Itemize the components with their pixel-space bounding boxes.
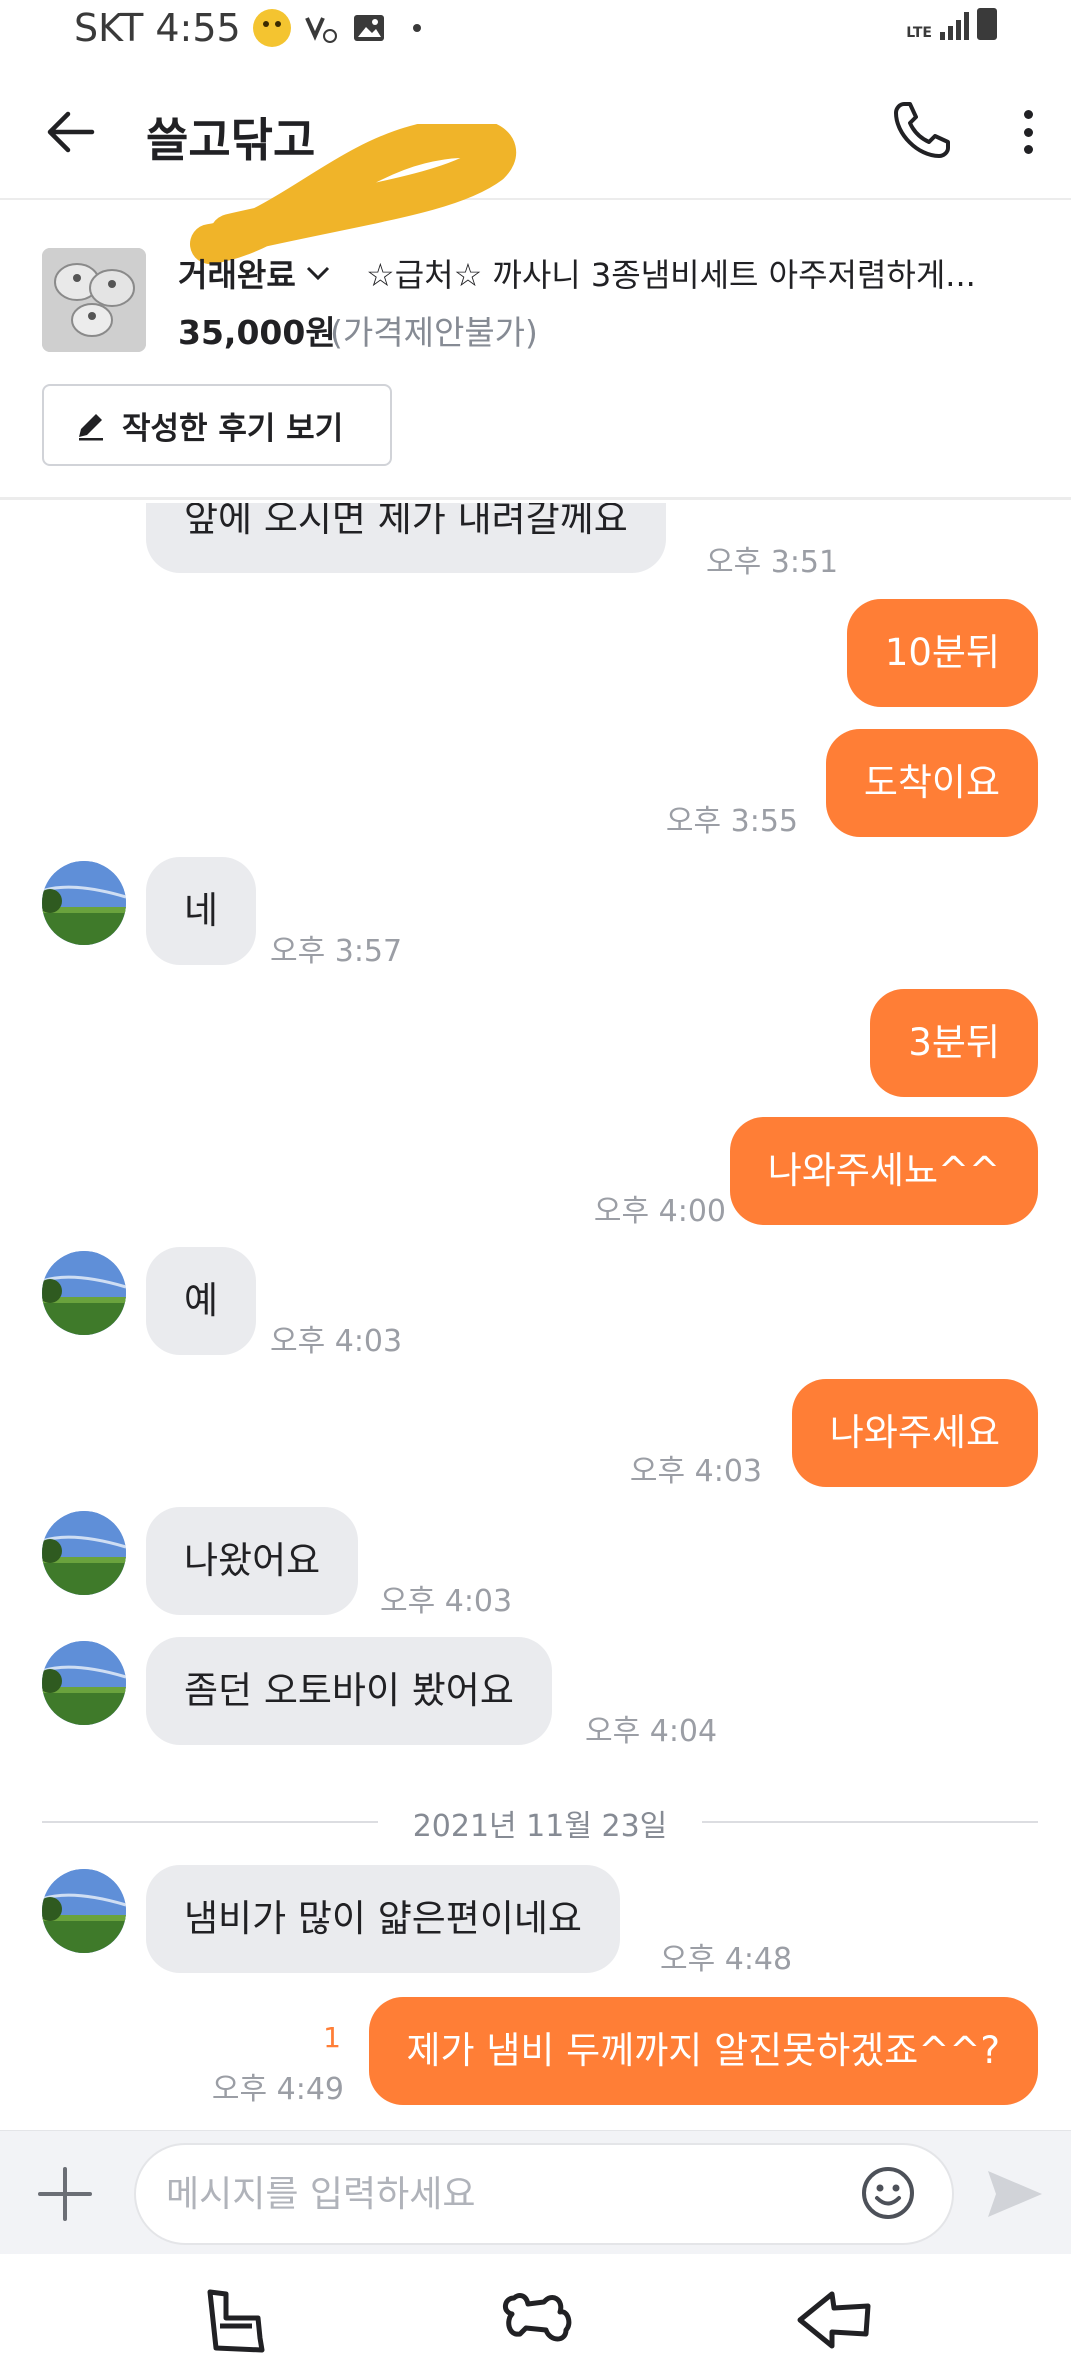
product-price: 35,000원 (178, 313, 336, 352)
signal-icon (940, 12, 969, 40)
phone-call-icon[interactable] (888, 96, 956, 164)
back-nav-icon[interactable] (796, 2280, 876, 2360)
status-carrier-time: SKT 4:55 (74, 6, 241, 50)
incoming-message-bubble[interactable]: 네 (146, 857, 257, 965)
battery-icon (977, 8, 997, 40)
message-time: 오후 4:03 (629, 1454, 762, 1489)
message-time: 오후 3:57 (270, 934, 403, 969)
message-time: 오후 4:49 (211, 2072, 344, 2107)
message-time: 오후 3:55 (665, 804, 798, 839)
incoming-message-bubble[interactable]: 냄비가 많이 얇은편이네요 (146, 1865, 620, 1973)
incoming-message-bubble[interactable]: 나왔어요 (146, 1507, 359, 1615)
outgoing-message-bubble[interactable]: 10분뒤 (846, 599, 1038, 707)
date-separator-label: 2021년 11월 23일 (412, 1809, 668, 1844)
unread-count: 1 (323, 2021, 341, 2054)
avatar[interactable] (42, 1251, 126, 1335)
outgoing-message-bubble[interactable]: 3분뒤 (870, 989, 1038, 1097)
incoming-message-bubble[interactable]: 앞에 오시면 제가 내려갈께요 (146, 503, 666, 573)
outgoing-message-bubble[interactable]: 도착이요 (825, 729, 1038, 837)
recent-apps-icon[interactable] (196, 2280, 276, 2360)
chat-header: 쓸고닦고 (0, 64, 1071, 264)
plus-icon[interactable] (36, 2165, 94, 2223)
emoji-icon[interactable] (860, 2165, 916, 2221)
incoming-message-bubble[interactable]: 좀던 오토바이 봤어요 (146, 1637, 552, 1745)
back-arrow-icon[interactable] (44, 104, 100, 160)
volte-icon (304, 17, 337, 43)
avatar[interactable] (42, 1511, 126, 1595)
message-time: 오후 4:48 (660, 1942, 793, 1977)
pencil-icon (79, 414, 103, 441)
system-navigation-bar (0, 2254, 1071, 2380)
trade-status-label: 거래완료 (178, 256, 296, 294)
lte-indicator: LTE (906, 25, 932, 41)
date-separator: 2021년 11월 23일 (42, 1801, 1038, 1844)
avatar[interactable] (42, 1869, 126, 1953)
outgoing-message-bubble[interactable]: 나와주세뇨^^ (729, 1117, 1038, 1225)
message-time: 오후 3:51 (706, 545, 839, 580)
gallery-notification-icon (353, 15, 384, 41)
message-time: 오후 4:03 (270, 1324, 403, 1359)
incoming-message-bubble[interactable]: 예 (146, 1247, 257, 1355)
chat-message-list[interactable]: 앞에 오시면 제가 내려갈께요 오후 3:51 10분뒤 도착이요 오후 3:5… (0, 503, 1071, 2130)
message-input[interactable] (134, 2143, 954, 2245)
trade-status-dropdown[interactable]: 거래완료 (178, 250, 332, 296)
home-icon[interactable] (496, 2280, 576, 2360)
outgoing-message-bubble[interactable]: 나와주세요 (791, 1379, 1038, 1487)
send-icon[interactable] (984, 2165, 1046, 2223)
chevron-down-icon (306, 266, 329, 281)
notification-emoji-icon (252, 9, 291, 47)
message-time: 오후 4:00 (593, 1194, 726, 1229)
message-time: 오후 4:03 (380, 1584, 513, 1619)
product-title: ☆급처☆ 까사니 3종냄비세트 아주저렴하게... (366, 256, 976, 294)
product-info-bar[interactable]: 거래완료 ☆급처☆ 까사니 3종냄비세트 아주저렴하게... 35,000원 (… (0, 200, 1071, 500)
avatar[interactable] (42, 861, 126, 945)
price-note: (가격제안불가) (330, 313, 538, 352)
product-thumbnail[interactable] (42, 248, 146, 352)
more-notifications-dot-icon (412, 24, 421, 32)
more-options-icon[interactable] (1010, 104, 1046, 160)
view-review-label: 작성한 후기 보기 (122, 410, 344, 447)
avatar[interactable] (42, 1641, 126, 1725)
status-bar: SKT 4:55 LTE (0, 0, 1071, 56)
outgoing-message-bubble[interactable]: 제가 냄비 두께까지 알진못하겠죠^^? (368, 1997, 1038, 2105)
message-time: 오후 4:04 (585, 1714, 718, 1749)
message-input-bar (0, 2130, 1071, 2254)
view-review-button[interactable]: 작성한 후기 보기 (42, 384, 392, 466)
